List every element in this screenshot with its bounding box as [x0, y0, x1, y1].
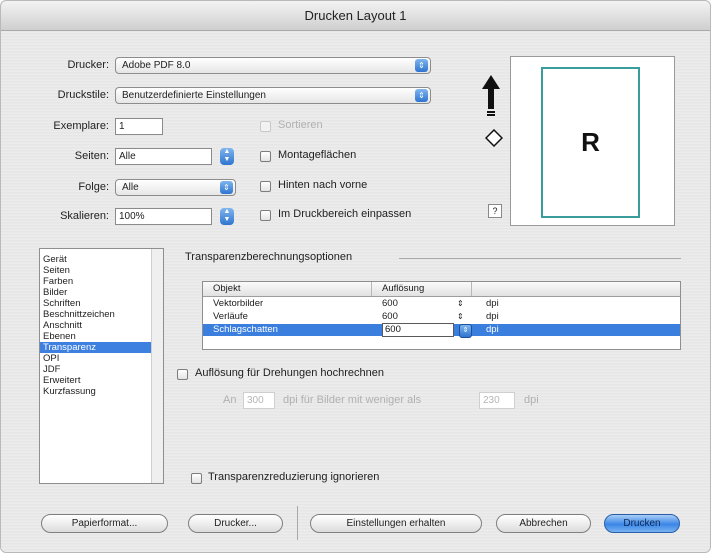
unit-cell: dpi	[486, 298, 499, 309]
collate-checkbox[interactable]	[260, 121, 271, 132]
resolution-cell[interactable]: 600	[382, 311, 398, 323]
copies-input[interactable]: 1	[115, 118, 163, 135]
unit-cell: dpi	[486, 324, 499, 335]
page-setup-button[interactable]: Papierformat...	[41, 514, 168, 533]
category-item[interactable]: Seiten	[40, 265, 153, 276]
group-divider	[399, 258, 681, 259]
unit-cell: dpi	[486, 311, 499, 322]
category-item[interactable]: Ebenen	[40, 331, 153, 342]
upsample-checkbox[interactable]	[177, 369, 188, 380]
collate-label: Sortieren	[278, 119, 323, 131]
transparency-group-title: Transparenzberechnungsoptionen	[185, 251, 353, 263]
back-to-front-label: Hinten nach vorne	[278, 179, 368, 191]
category-scrollbar[interactable]	[151, 249, 163, 483]
copies-label: Exemplare:	[53, 120, 109, 132]
scale-stepper[interactable]: ▲ ▼	[220, 208, 234, 225]
fit-to-area-label: Im Druckbereich einpassen	[278, 208, 412, 220]
up-arrow-icon	[482, 75, 500, 116]
category-list[interactable]: Gerät Seiten Farben Bilder Schriften Beschnit…	[39, 248, 164, 484]
sequence-select-value: Alle	[122, 182, 139, 193]
object-cell: Schlagschatten	[213, 324, 278, 335]
updown-arrows-icon: ⇕	[415, 89, 428, 102]
threshold-input[interactable]: 230	[479, 392, 515, 409]
page-preview: R	[510, 56, 675, 226]
button-separator	[297, 506, 298, 540]
column-header-resolution[interactable]: Auflösung	[372, 282, 472, 296]
fit-to-area-checkbox[interactable]	[260, 210, 271, 221]
object-cell: Vektorbilder	[213, 298, 264, 309]
pages-label: Seiten:	[74, 150, 109, 162]
ignore-flattening-label: Transparenzreduzierung ignorieren	[208, 471, 380, 483]
category-item[interactable]: Erweitert	[40, 375, 153, 386]
category-item[interactable]: JDF	[40, 364, 153, 375]
category-items: Gerät Seiten Farben Bilder Schriften Beschnit…	[40, 254, 153, 397]
table-header: Objekt Auflösung	[203, 282, 680, 297]
stepper-arrows-icon[interactable]: ⇕	[457, 311, 464, 323]
print-dialog: Drucken Layout 1 Drucker: Adobe PDF 8.0 …	[0, 0, 711, 553]
category-item[interactable]: Transparenz	[40, 342, 153, 353]
printer-label: Drucker:	[67, 59, 109, 71]
print-button[interactable]: Drucken	[604, 514, 680, 533]
stepper-arrows-icon[interactable]: ⇕	[457, 298, 464, 310]
keep-settings-button[interactable]: Einstellungen erhalten	[310, 514, 482, 533]
category-item[interactable]: Kurzfassung	[40, 386, 153, 397]
at-resolution-input[interactable]: 300	[243, 392, 275, 409]
preview-page: R	[541, 67, 640, 218]
style-label: Druckstile:	[57, 89, 109, 101]
cancel-button[interactable]: Abbrechen	[496, 514, 591, 533]
category-item[interactable]: Schriften	[40, 298, 153, 309]
category-item[interactable]: Anschnitt	[40, 320, 153, 331]
category-item[interactable]: Bilder	[40, 287, 153, 298]
category-item[interactable]: Farben	[40, 276, 153, 287]
printer-select-value: Adobe PDF 8.0	[122, 60, 191, 71]
print-style-select-value: Benutzerdefinierte Einstellungen	[122, 90, 266, 101]
resolution-cell[interactable]: 600	[382, 323, 454, 337]
upsample-label: Auflösung für Drehungen hochrechnen	[195, 367, 384, 379]
sequence-select[interactable]: Alle ⇕	[115, 179, 236, 196]
window-title: Drucken Layout 1	[1, 1, 710, 31]
updown-arrows-icon: ⇕	[415, 59, 428, 72]
scale-input[interactable]: 100%	[115, 208, 212, 225]
stepper-arrows-icon[interactable]: ⇕	[459, 324, 472, 338]
printer-select[interactable]: Adobe PDF 8.0 ⇕	[115, 57, 431, 74]
resolution-cell[interactable]: 600	[382, 298, 398, 310]
dpi-suffix-label: dpi	[524, 394, 539, 406]
category-item[interactable]: OPI	[40, 353, 153, 364]
category-item[interactable]: Gerät	[40, 254, 153, 265]
table-row[interactable]: Schlagschatten 600 ⇕ dpi	[203, 323, 680, 338]
dpi-for-images-label: dpi für Bilder mit weniger als	[283, 394, 422, 406]
sequence-label: Folge:	[78, 181, 109, 193]
pages-input[interactable]: Alle	[115, 148, 212, 165]
scale-label: Skalieren:	[60, 210, 109, 222]
rotate-page-icon[interactable]	[485, 129, 503, 147]
table-row[interactable]: Verläufe 600 ⇕ dpi	[203, 311, 680, 323]
category-item[interactable]: Beschnittzeichen	[40, 309, 153, 320]
back-to-front-checkbox[interactable]	[260, 181, 271, 192]
help-icon[interactable]: ?	[488, 204, 502, 218]
spreads-label: Montageflächen	[278, 149, 357, 161]
printer-button[interactable]: Drucker...	[188, 514, 283, 533]
transparency-table[interactable]: Objekt Auflösung Vektorbilder 600 ⇕ dpi Verl…	[202, 281, 681, 350]
table-row[interactable]: Vektorbilder 600 ⇕ dpi	[203, 298, 680, 310]
updown-arrows-icon: ⇕	[220, 181, 233, 194]
spreads-checkbox[interactable]	[260, 151, 271, 162]
preview-letter: R	[581, 127, 600, 157]
column-header-object[interactable]: Objekt	[203, 282, 372, 296]
ignore-flattening-checkbox[interactable]	[191, 473, 202, 484]
object-cell: Verläufe	[213, 311, 248, 322]
pages-stepper[interactable]: ▲ ▼	[220, 148, 234, 165]
at-label: An	[223, 394, 237, 406]
print-style-select[interactable]: Benutzerdefinierte Einstellungen ⇕	[115, 87, 431, 104]
